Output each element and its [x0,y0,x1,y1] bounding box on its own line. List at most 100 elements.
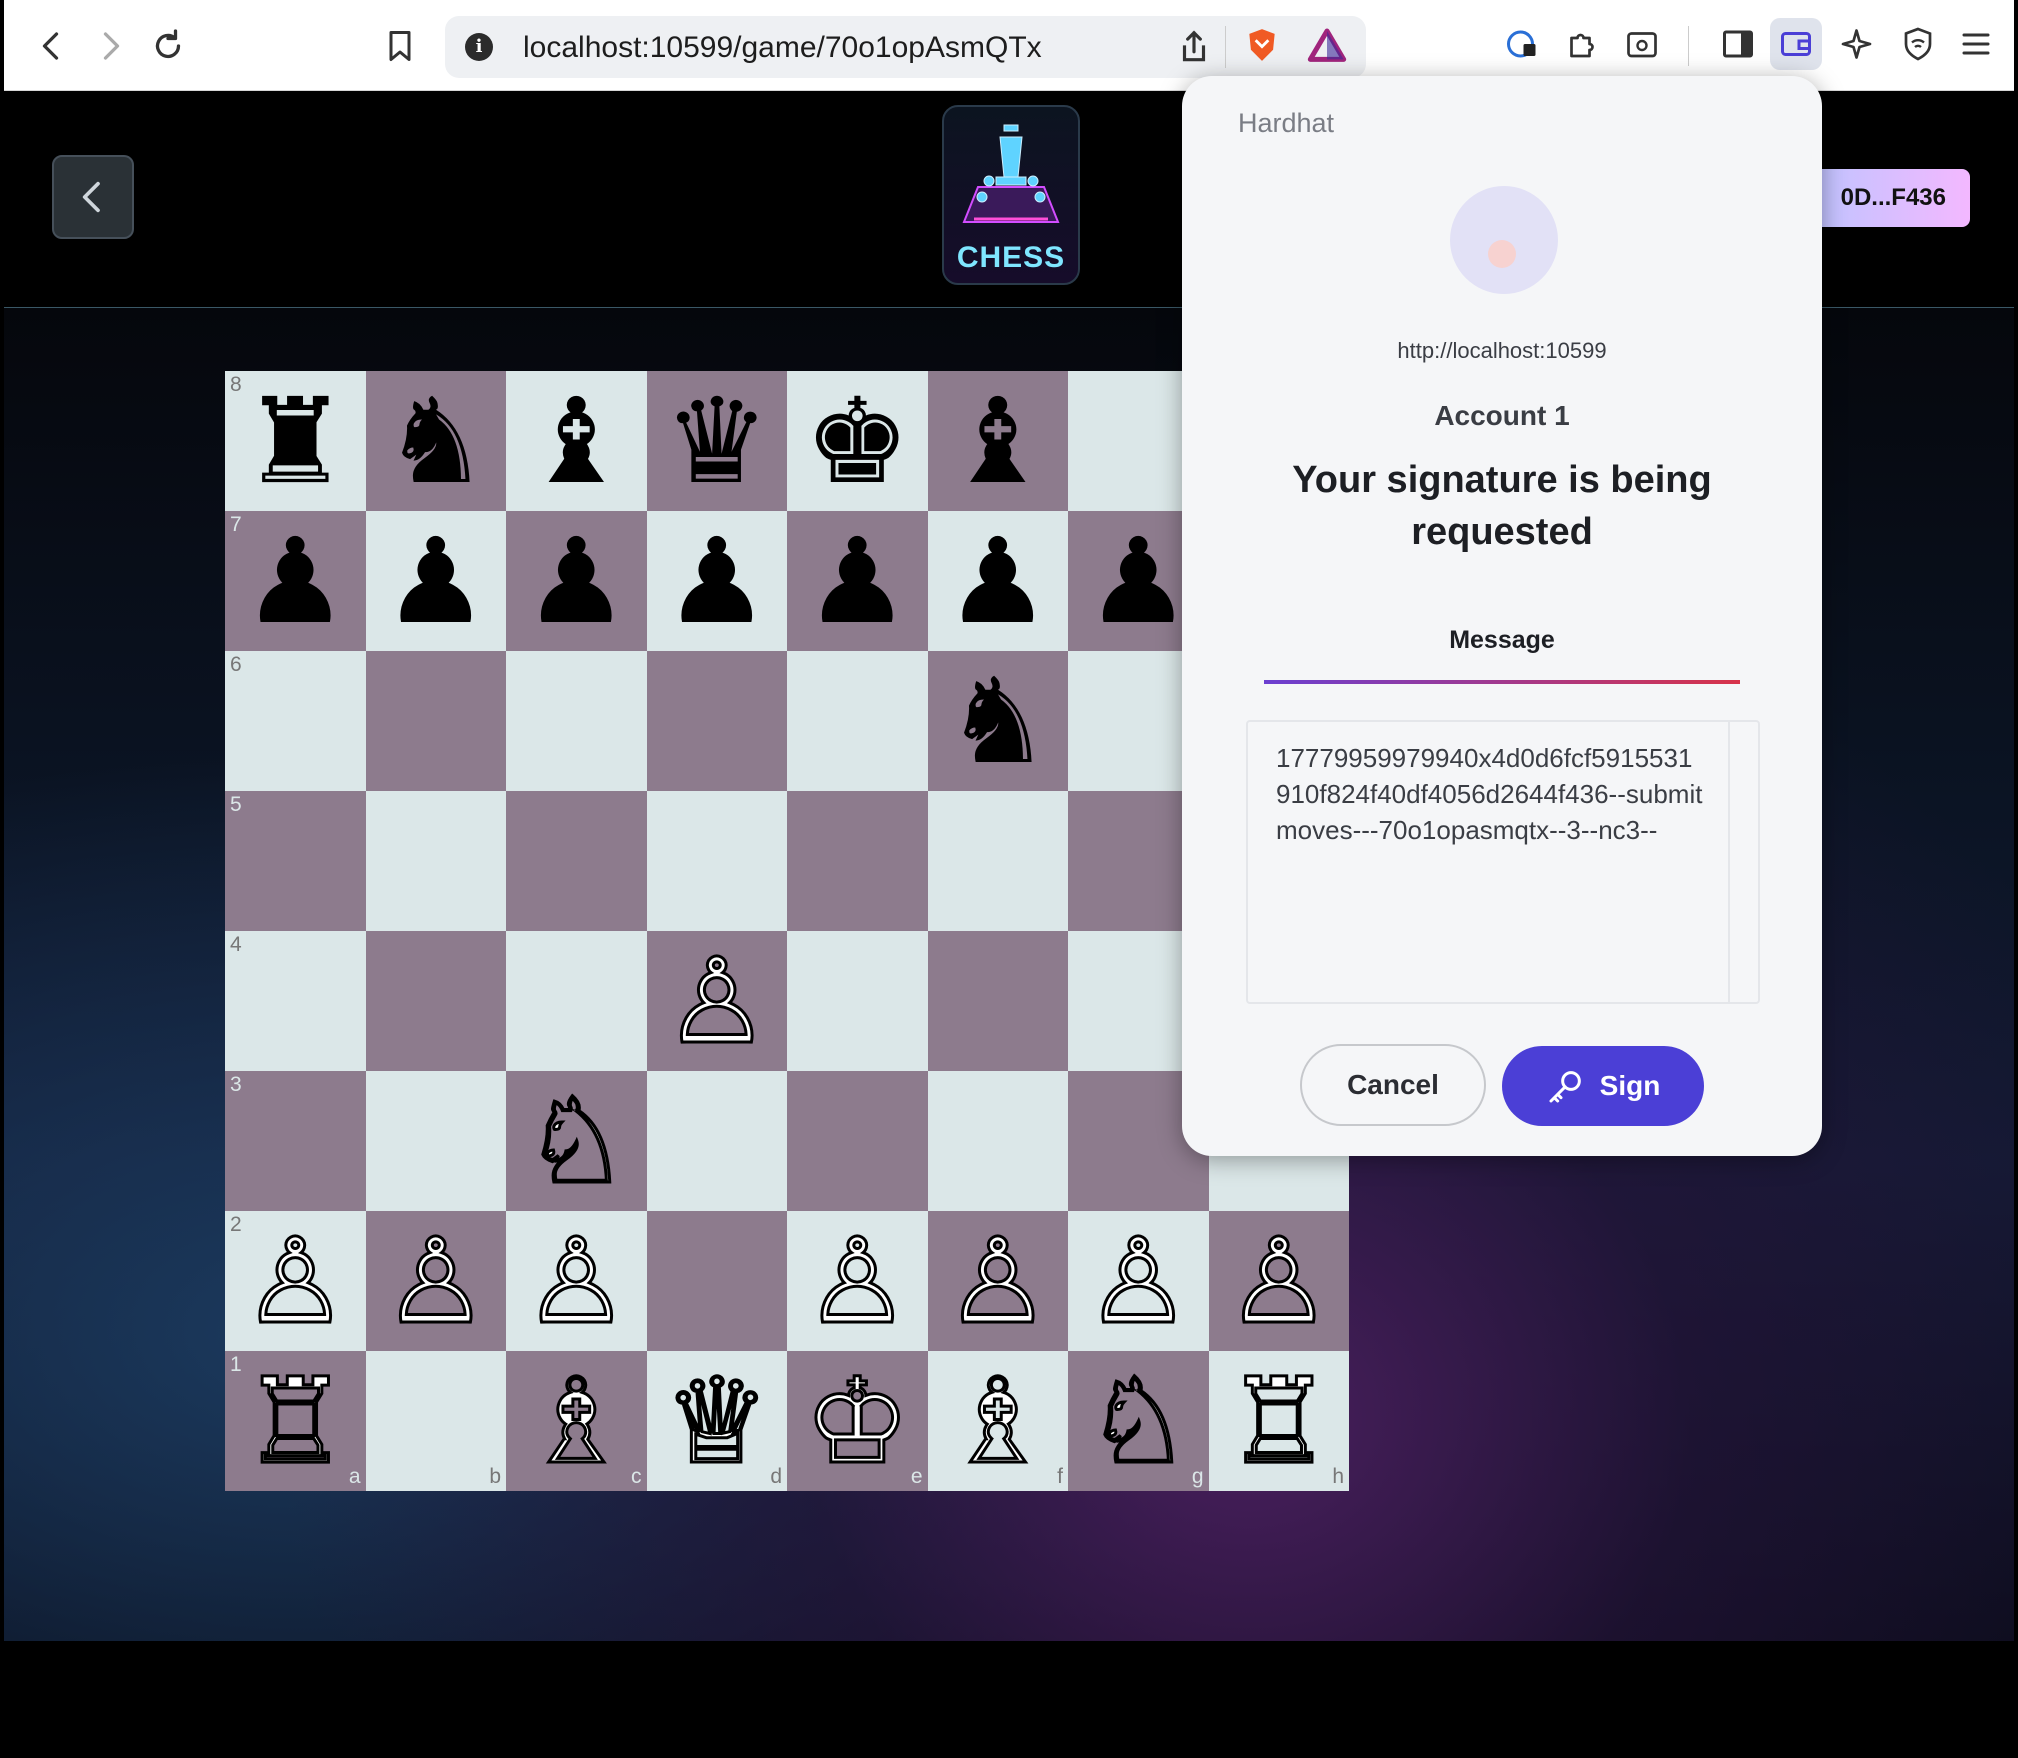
square-f1[interactable]: f ♗ [927,1351,1068,1491]
black-piece[interactable]: ♟ [1085,522,1191,640]
white-piece[interactable]: ♙ [241,1221,350,1342]
square-a5[interactable]: 5 [225,791,366,931]
square-f8[interactable]: ♝ [927,371,1068,511]
share-icon[interactable] [1175,28,1215,68]
square-e7[interactable]: ♟ [787,511,928,651]
square-d1[interactable]: d ♕ [646,1351,787,1491]
wallet-icon[interactable] [1770,18,1822,70]
square-b7[interactable]: ♟ [365,511,506,651]
square-c7[interactable]: ♟ [506,511,647,651]
square-b8[interactable]: ♞ [365,371,506,511]
vpn-icon[interactable] [1896,22,1940,66]
reload-icon[interactable] [140,18,196,74]
chess-board[interactable]: 8 ♜ ♞ ♝ ♛ ♚ ♝ 7 ♟ ♟ ♟ ♟ ♟ ♟ ♟ 6 ♞ 5 4 ♙ 3 ♘ 2 ♙ ♙ ♙ ♙ ♙ ♙ ♙ 1 a ♖ b c ♗ d ♕ e ♔… [225,371,1349,1491]
square-d7[interactable]: ♟ [646,511,787,651]
black-piece[interactable]: ♟ [804,522,910,640]
square-a2[interactable]: 2 ♙ [225,1211,366,1351]
square-h1[interactable]: h ♖ [1208,1351,1349,1491]
black-piece[interactable]: ♞ [945,662,1051,780]
square-a7[interactable]: 7 ♟ [225,511,366,651]
square-f2[interactable]: ♙ [927,1211,1068,1351]
square-b3[interactable] [365,1071,506,1211]
square-c2[interactable]: ♙ [506,1211,647,1351]
square-d6[interactable] [646,651,787,791]
white-piece[interactable]: ♗ [522,1361,631,1482]
white-piece[interactable]: ♙ [522,1221,631,1342]
square-e1[interactable]: e ♔ [787,1351,928,1491]
sidebar-toggle-icon[interactable] [1716,22,1760,66]
square-d2[interactable] [646,1211,787,1351]
square-c3[interactable]: ♘ [506,1071,647,1211]
square-c6[interactable] [506,651,647,791]
white-piece[interactable]: ♕ [662,1361,771,1482]
brave-shield-icon[interactable] [1243,26,1283,66]
extensions-icon[interactable] [1560,22,1604,66]
black-piece[interactable]: ♜ [242,382,348,500]
cancel-button[interactable]: Cancel [1300,1044,1486,1126]
square-f4[interactable] [927,931,1068,1071]
message-scrollbar[interactable] [1728,722,1758,1002]
white-piece[interactable]: ♘ [1084,1361,1193,1482]
white-piece[interactable]: ♙ [803,1221,912,1342]
square-c5[interactable] [506,791,647,931]
black-piece[interactable]: ♟ [664,522,770,640]
black-piece[interactable]: ♟ [523,522,629,640]
square-c8[interactable]: ♝ [506,371,647,511]
black-piece[interactable]: ♞ [383,382,489,500]
square-e5[interactable] [787,791,928,931]
square-b6[interactable] [365,651,506,791]
square-h2[interactable]: ♙ [1208,1211,1349,1351]
white-piece[interactable]: ♗ [943,1361,1052,1482]
square-a8[interactable]: 8 ♜ [225,371,366,511]
black-piece[interactable]: ♟ [383,522,489,640]
white-piece[interactable]: ♙ [1084,1221,1193,1342]
square-b1[interactable]: b [365,1351,506,1491]
reader-mode-icon[interactable] [1620,22,1664,66]
white-piece[interactable]: ♔ [803,1361,912,1482]
menu-icon[interactable] [1954,22,1998,66]
square-d3[interactable] [646,1071,787,1211]
password-manager-icon[interactable] [1500,22,1544,66]
black-piece[interactable]: ♝ [945,382,1051,500]
square-a4[interactable]: 4 [225,931,366,1071]
square-f7[interactable]: ♟ [927,511,1068,651]
square-e4[interactable] [787,931,928,1071]
square-e3[interactable] [787,1071,928,1211]
brave-rewards-icon[interactable] [1307,26,1347,66]
square-f3[interactable] [927,1071,1068,1211]
white-piece[interactable]: ♖ [1224,1361,1333,1482]
black-piece[interactable]: ♝ [523,382,629,500]
square-f6[interactable]: ♞ [927,651,1068,791]
message-box[interactable]: 17779959979940x4d0d6fcf5915531910f824f40… [1246,720,1760,1004]
square-c1[interactable]: c ♗ [506,1351,647,1491]
square-b5[interactable] [365,791,506,931]
square-e8[interactable]: ♚ [787,371,928,511]
square-e2[interactable]: ♙ [787,1211,928,1351]
square-a6[interactable]: 6 [225,651,366,791]
site-info-icon[interactable]: i [465,33,493,61]
square-f5[interactable] [927,791,1068,931]
square-c4[interactable] [506,931,647,1071]
tab-message[interactable]: Message [1182,626,1822,655]
black-piece[interactable]: ♟ [945,522,1051,640]
forward-nav-icon[interactable] [82,18,138,74]
back-button[interactable] [52,155,134,239]
square-d5[interactable] [646,791,787,931]
white-piece[interactable]: ♙ [1224,1221,1333,1342]
white-piece[interactable]: ♘ [522,1081,631,1202]
leo-ai-icon[interactable] [1836,22,1880,66]
square-a1[interactable]: 1 a ♖ [225,1351,366,1491]
bookmark-icon[interactable] [372,18,428,74]
square-b4[interactable] [365,931,506,1071]
square-a3[interactable]: 3 [225,1071,366,1211]
sign-button[interactable]: Sign [1502,1046,1704,1126]
square-e6[interactable] [787,651,928,791]
white-piece[interactable]: ♙ [662,941,771,1062]
square-g1[interactable]: g ♘ [1068,1351,1209,1491]
white-piece[interactable]: ♙ [943,1221,1052,1342]
black-piece[interactable]: ♟ [242,522,348,640]
white-piece[interactable]: ♙ [381,1221,490,1342]
address-bar[interactable]: i localhost:10599/game/70o1opAsmQTx [445,16,1366,78]
black-piece[interactable]: ♚ [804,382,910,500]
square-d4[interactable]: ♙ [646,931,787,1071]
